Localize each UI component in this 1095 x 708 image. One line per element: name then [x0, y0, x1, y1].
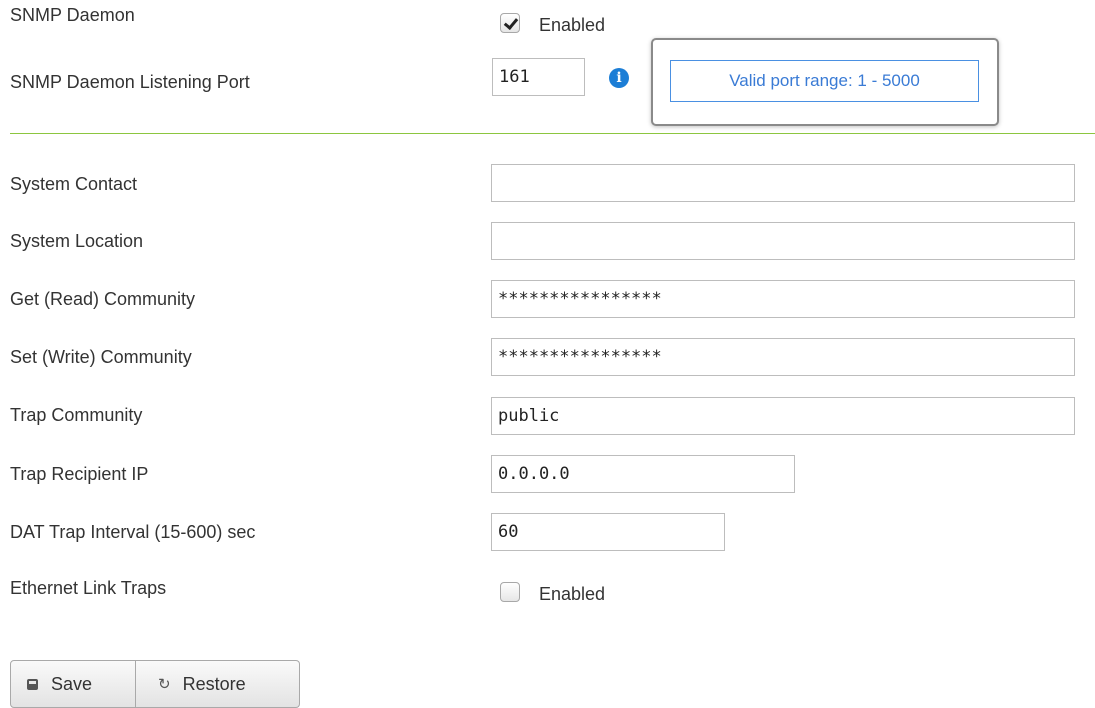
- ethernet-link-traps-label: Ethernet Link Traps: [10, 578, 167, 598]
- snmp-port-label: SNMP Daemon Listening Port: [10, 72, 250, 92]
- snmp-daemon-checkbox[interactable]: [500, 12, 520, 33]
- dat-trap-interval-label: DAT Trap Interval (15-600) sec: [10, 522, 256, 542]
- system-contact-label: System Contact: [10, 174, 138, 194]
- dat-trap-interval-input[interactable]: [491, 513, 725, 551]
- port-range-tooltip: Valid port range: 1 - 5000: [651, 38, 999, 126]
- set-community-label: Set (Write) Community: [10, 347, 192, 367]
- section-divider: [10, 133, 1095, 134]
- system-contact-input[interactable]: [491, 164, 1075, 202]
- system-location-label: System Location: [10, 231, 144, 251]
- get-community-label: Get (Read) Community: [10, 289, 196, 309]
- restore-button[interactable]: ↻ Restore: [136, 660, 300, 708]
- set-community-input[interactable]: [491, 338, 1075, 376]
- info-icon[interactable]: i: [609, 68, 629, 88]
- save-icon: [27, 678, 38, 690]
- snmp-port-input[interactable]: [492, 58, 585, 96]
- save-button-label: Save: [51, 673, 93, 694]
- form-actions: Save ↻ Restore: [10, 660, 300, 708]
- save-button[interactable]: Save: [10, 660, 136, 708]
- snmp-daemon-label: SNMP Daemon: [10, 5, 135, 25]
- get-community-input[interactable]: [491, 280, 1075, 318]
- snmp-daemon-enabled-label: Enabled: [539, 15, 606, 35]
- restore-button-label: Restore: [182, 673, 246, 694]
- restore-icon: ↻: [158, 675, 171, 693]
- ethernet-link-traps-checkbox[interactable]: [500, 581, 520, 602]
- trap-recipient-ip-input[interactable]: [491, 455, 795, 493]
- ethernet-link-traps-toggle[interactable]: Enabled: [500, 578, 605, 605]
- trap-recipient-ip-label: Trap Recipient IP: [10, 464, 149, 484]
- trap-community-label: Trap Community: [10, 405, 143, 425]
- ethernet-link-traps-enabled-label: Enabled: [539, 584, 606, 604]
- port-range-tooltip-text: Valid port range: 1 - 5000: [670, 60, 979, 102]
- trap-community-input[interactable]: [491, 397, 1075, 435]
- snmp-daemon-toggle[interactable]: Enabled: [500, 9, 605, 36]
- system-location-input[interactable]: [491, 222, 1075, 260]
